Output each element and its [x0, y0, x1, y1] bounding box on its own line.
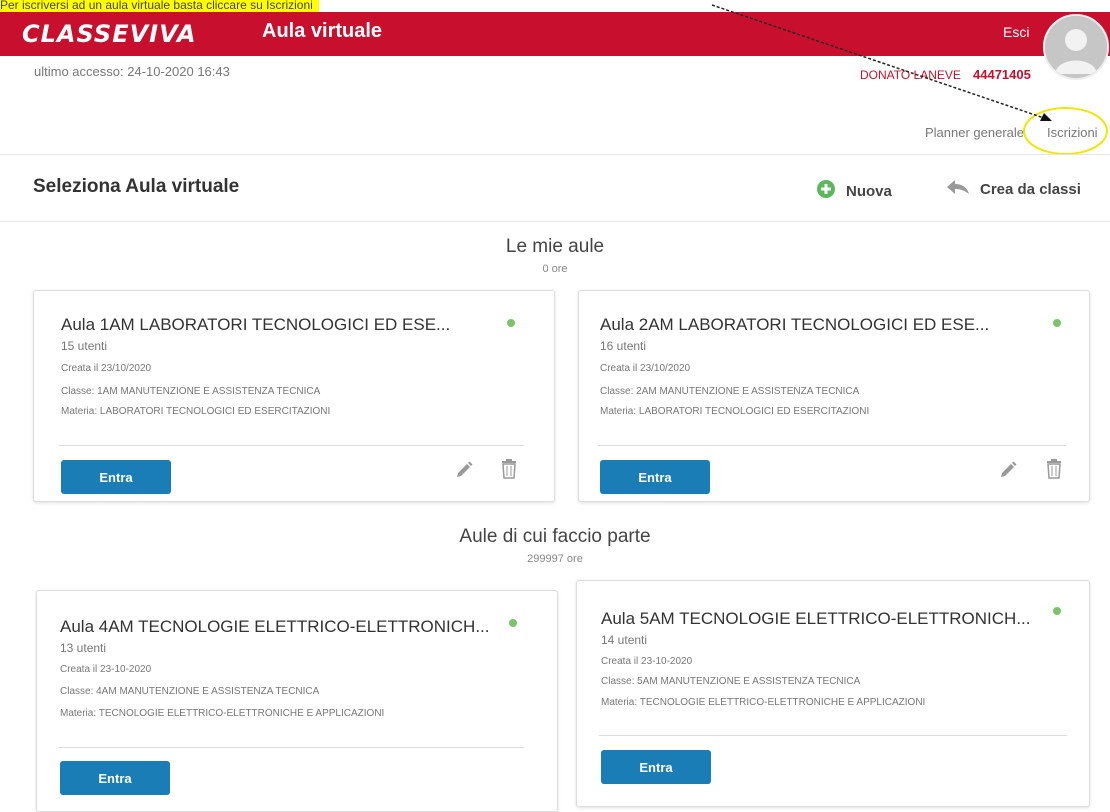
room-title[interactable]: Aula 4AM TECNOLOGIE ELETTRICO-ELETTRONIC…: [60, 617, 490, 637]
room-subject: Materia: TECNOLOGIE ELETTRICO-ELETTRONIC…: [601, 697, 926, 708]
user-avatar-icon[interactable]: [1043, 14, 1109, 80]
enter-button[interactable]: Entra: [600, 460, 710, 494]
my-rooms-hours: 0 ore: [542, 263, 568, 275]
create-from-classes-label: Crea da classi: [980, 180, 1081, 198]
pencil-icon[interactable]: [455, 461, 473, 484]
room-title[interactable]: Aula 1AM LABORATORI TECNOLOGICI ED ESE..…: [61, 315, 450, 335]
status-dot: [507, 319, 515, 327]
nav-iscrizioni[interactable]: Iscrizioni: [1047, 125, 1098, 140]
status-dot: [1053, 319, 1061, 327]
room-title[interactable]: Aula 2AM LABORATORI TECNOLOGICI ED ESE..…: [600, 315, 989, 335]
card-divider: [59, 445, 524, 446]
nav-planner-generale[interactable]: Planner generale: [925, 125, 1024, 140]
my-rooms-title: Le mie aule: [505, 236, 605, 257]
room-created: Creata il 23/10/2020: [61, 363, 152, 374]
status-dot: [1053, 607, 1061, 615]
card-divider: [58, 747, 524, 748]
room-class: Classe: 4AM MANUTENZIONE E ASSISTENZA TE…: [60, 686, 320, 697]
page-title: Aula virtuale: [262, 20, 383, 42]
room-created: Creata il 23-10-2020: [601, 656, 693, 667]
card-divider: [599, 735, 1067, 736]
classeviva-logo[interactable]: CLASSEVIVA: [22, 20, 197, 48]
user-code: 44471405: [973, 67, 1031, 82]
trash-icon[interactable]: [1046, 459, 1062, 484]
room-subject: Materia: LABORATORI TECNOLOGICI ED ESERC…: [61, 406, 331, 417]
new-room-button[interactable]: Nuova: [816, 179, 892, 203]
room-card: Aula 5AM TECNOLOGIE ELETTRICO-ELETTRONIC…: [576, 580, 1090, 807]
pencil-icon[interactable]: [999, 461, 1017, 484]
logout-button[interactable]: Esci: [1003, 24, 1029, 40]
room-card: Aula 1AM LABORATORI TECNOLOGICI ED ESE..…: [33, 290, 555, 502]
room-users: 14 utenti: [601, 633, 648, 647]
section-title: Seleziona Aula virtuale: [33, 176, 240, 197]
room-class: Classe: 5AM MANUTENZIONE E ASSISTENZA TE…: [601, 676, 861, 687]
status-dot: [509, 619, 517, 627]
reply-arrow-icon: [946, 179, 970, 199]
divider: [0, 154, 1110, 155]
room-created: Creata il 23/10/2020: [600, 363, 691, 374]
room-card: Aula 4AM TECNOLOGIE ELETTRICO-ELETTRONIC…: [36, 590, 558, 812]
room-users: 15 utenti: [61, 339, 108, 353]
member-rooms-hours: 299997 ore: [527, 553, 583, 565]
card-divider: [598, 445, 1066, 446]
room-title[interactable]: Aula 5AM TECNOLOGIE ELETTRICO-ELETTRONIC…: [601, 609, 1031, 629]
room-subject: Materia: LABORATORI TECNOLOGICI ED ESERC…: [600, 406, 870, 417]
enter-button[interactable]: Entra: [601, 750, 711, 784]
enter-button[interactable]: Entra: [61, 460, 171, 494]
member-rooms-title: Aule di cui faccio parte: [459, 526, 651, 547]
room-subject: Materia: TECNOLOGIE ELETTRICO-ELETTRONIC…: [60, 708, 385, 719]
room-card: Aula 2AM LABORATORI TECNOLOGICI ED ESE..…: [578, 290, 1090, 502]
trash-icon[interactable]: [501, 459, 517, 484]
room-class: Classe: 2AM MANUTENZIONE E ASSISTENZA TE…: [600, 386, 860, 397]
new-room-label: Nuova: [846, 182, 892, 200]
divider: [0, 221, 1110, 222]
create-from-classes-button[interactable]: Crea da classi: [946, 179, 1081, 199]
room-users: 16 utenti: [600, 339, 647, 353]
enter-button[interactable]: Entra: [60, 761, 170, 795]
room-users: 13 utenti: [60, 641, 107, 655]
room-class: Classe: 1AM MANUTENZIONE E ASSISTENZA TE…: [61, 386, 321, 397]
room-created: Creata il 23-10-2020: [60, 664, 152, 675]
user-name: DONATO LANEVE: [860, 68, 961, 82]
plus-circle-icon: [816, 179, 836, 203]
last-access-text: ultimo accesso: 24-10-2020 16:43: [34, 64, 230, 79]
